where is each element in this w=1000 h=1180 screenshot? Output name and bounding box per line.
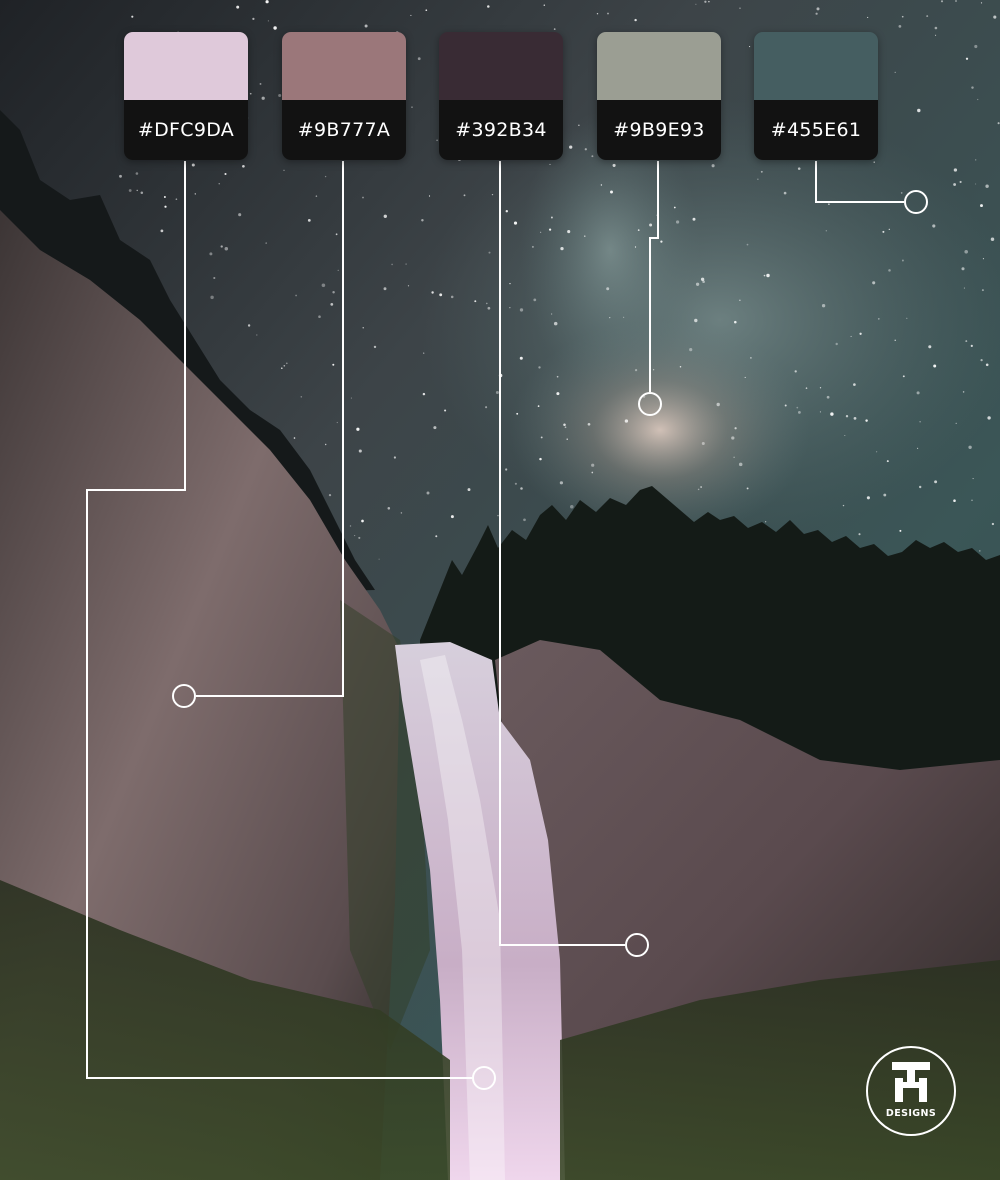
swatch-1: #DFC9DA [124, 32, 248, 160]
swatch-5-hex-label: #455E61 [754, 100, 878, 160]
swatch-2-color [282, 32, 406, 100]
swatch-1-color [124, 32, 248, 100]
swatch-2-hex-label: #9B777A [282, 100, 406, 160]
swatch-1-hex-label: #DFC9DA [124, 100, 248, 160]
sample-marker-5 [904, 190, 928, 214]
swatch-4: #9B9E93 [597, 32, 721, 160]
brand-logo-word: DESIGNS [885, 1108, 937, 1119]
swatch-2: #9B777A [282, 32, 406, 160]
swatch-4-hex-label: #9B9E93 [597, 100, 721, 160]
swatch-3-color [439, 32, 563, 100]
leader-lines [86, 161, 928, 1090]
brand-logo-icon [892, 1062, 930, 1102]
sample-marker-2 [172, 684, 196, 708]
swatch-5: #455E61 [754, 32, 878, 160]
sample-marker-4 [638, 392, 662, 416]
swatch-3-hex-label: #392B34 [439, 100, 563, 160]
sample-marker-1 [472, 1066, 496, 1090]
sample-marker-3 [625, 933, 649, 957]
leader-line-2 [196, 161, 344, 697]
palette-poster: #DFC9DA #9B777A #392B34 #9B9E93 #455E61 … [0, 0, 1000, 1180]
leader-line-1 [86, 161, 472, 1079]
swatch-5-color [754, 32, 878, 100]
leader-line-3 [499, 161, 625, 946]
swatch-3: #392B34 [439, 32, 563, 160]
brand-logo: DESIGNS [866, 1046, 956, 1136]
leader-line-5 [815, 161, 904, 203]
leader-line-4 [649, 161, 659, 392]
swatch-4-color [597, 32, 721, 100]
